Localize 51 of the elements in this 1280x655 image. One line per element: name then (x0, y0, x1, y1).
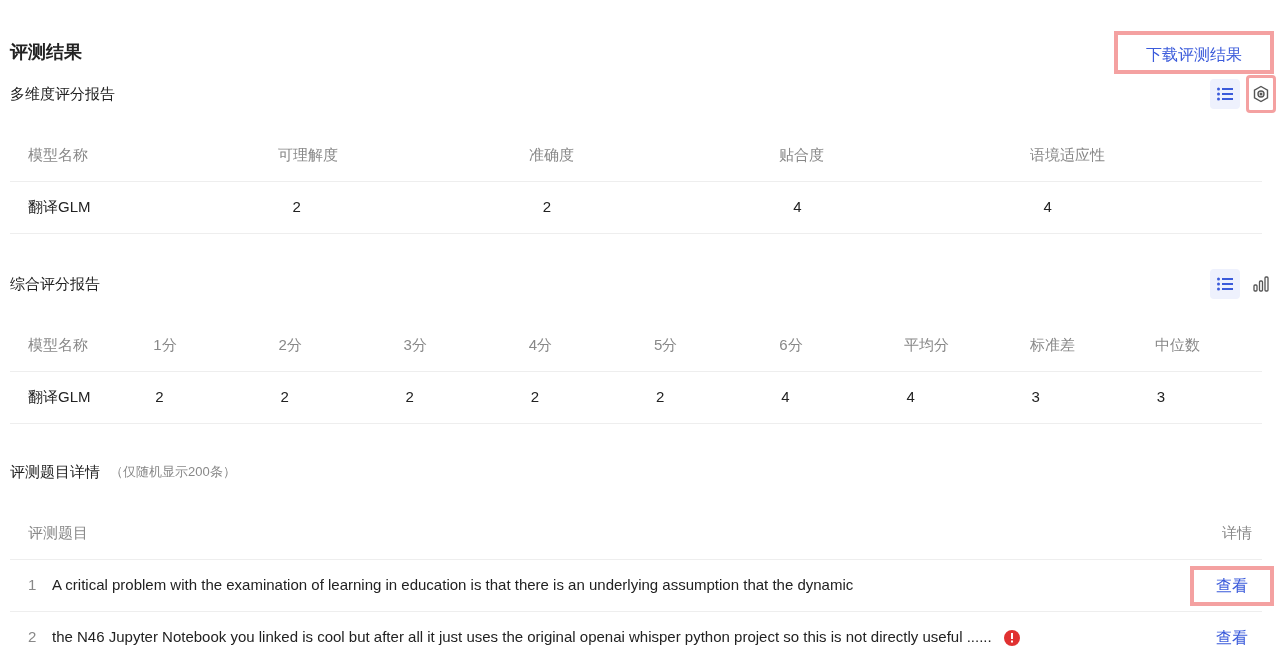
table-cell-text: 3 (1030, 387, 1041, 408)
view-link[interactable]: 查看 (1190, 617, 1274, 655)
question-text: the N46 Jupyter Notebook you linked is cool but after all it just uses the original openai whisper python project so this is not directly useful ...... (52, 627, 992, 648)
column-header: 贴合度 (778, 145, 826, 166)
table-cell-text: 2 (655, 387, 666, 408)
list-icon (1217, 277, 1233, 291)
table-cell-text: 4 (905, 387, 916, 408)
row-number: 1 (27, 575, 38, 596)
column-header: 语境适应性 (1028, 145, 1106, 166)
column-header: 详情 (1221, 523, 1253, 544)
view-toggle-button[interactable] (1246, 75, 1276, 113)
column-header: 评测题目 (27, 523, 88, 544)
table-cell-text: 2 (404, 387, 415, 408)
column-header: 模型名称 (27, 145, 89, 166)
table-cell-text: 翻译GLM (27, 387, 92, 408)
row-number: 2 (27, 627, 38, 648)
table-cell-text: 2 (291, 197, 302, 218)
table-cell-text: 2 (529, 387, 541, 408)
column-header: 准确度 (527, 145, 575, 166)
settings-icon (1252, 85, 1270, 103)
question-text: A critical problem with the examination of learning in education is that there is an underlying assumption that the dynamic (52, 575, 854, 596)
column-header: 3分 (402, 335, 428, 356)
view-link[interactable]: 查看 (1190, 565, 1274, 606)
column-header: 中位数 (1153, 335, 1201, 356)
table-cell-text: 4 (780, 387, 791, 408)
table-cell-text: 2 (154, 387, 165, 408)
download-link[interactable]: 下载评测结果 (1114, 30, 1274, 74)
bar-chart-icon (1253, 276, 1269, 292)
table-cell-text: 2 (279, 387, 290, 408)
list-icon (1217, 87, 1233, 101)
view-toggle-button[interactable] (1210, 269, 1240, 299)
column-header: 4分 (527, 335, 554, 356)
table-cell-text: 2 (541, 197, 553, 218)
section-note: （仅随机显示200条） (110, 463, 236, 482)
section-title: 多维度评分报告 (10, 83, 115, 104)
column-header: 模型名称 (27, 335, 89, 356)
table-cell-text: 翻译GLM (27, 197, 92, 218)
column-header: 平均分 (903, 335, 951, 356)
page-title: 评测结果 (10, 40, 82, 64)
column-header: 标准差 (1028, 335, 1076, 356)
view-toggle-button[interactable] (1210, 79, 1240, 109)
table-cell-text: 4 (792, 197, 803, 218)
table-cell-text: 3 (1155, 387, 1167, 408)
column-header: 6分 (778, 335, 804, 356)
table-cell-text: 4 (1042, 197, 1053, 218)
section-title: 评测题目详情 (10, 461, 100, 482)
column-header: 1分 (152, 335, 178, 356)
section-title: 综合评分报告 (10, 273, 100, 294)
column-header: 可理解度 (277, 145, 340, 166)
column-header: 5分 (653, 335, 679, 356)
column-header: 2分 (277, 335, 303, 356)
